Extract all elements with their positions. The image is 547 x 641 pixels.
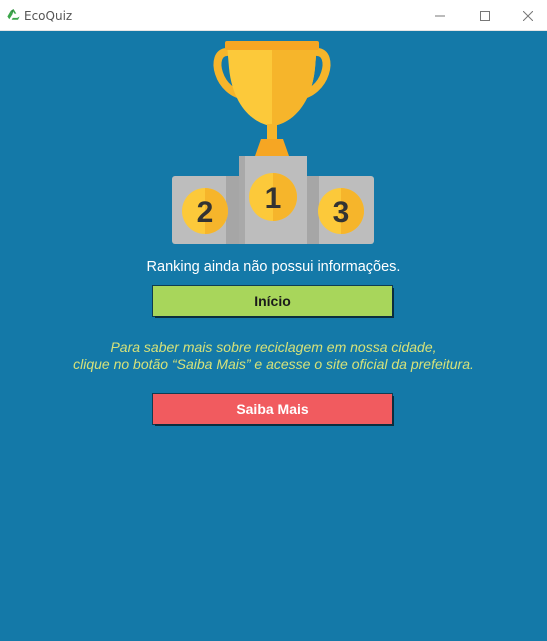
close-button[interactable] (505, 0, 547, 31)
minimize-icon (435, 15, 445, 16)
info-line-2: clique no botão “Saiba Mais” e acesse o … (73, 356, 474, 372)
close-icon (523, 10, 533, 21)
podium-first-label: 1 (265, 182, 282, 215)
trophy-icon (213, 41, 331, 156)
start-button[interactable]: Início (153, 286, 392, 316)
maximize-button[interactable] (462, 0, 508, 31)
recycle-icon (7, 8, 20, 20)
saiba-mais-button[interactable]: Saiba Mais (153, 394, 392, 424)
maximize-icon (480, 10, 490, 21)
main-content: 2 1 3 Ranking ainda não possui informaçõ… (0, 31, 547, 641)
podium-third-label: 3 (333, 196, 350, 229)
podium-second-label: 2 (197, 196, 214, 229)
title-bar: EcoQuiz (0, 0, 547, 31)
info-text: Para saber mais sobre reciclagem em noss… (0, 339, 547, 373)
minimize-button[interactable] (417, 0, 463, 31)
window-title: EcoQuiz (24, 9, 73, 23)
ranking-empty-message: Ranking ainda não possui informações. (146, 259, 401, 275)
trophy-podium-illustration: 2 1 3 (172, 41, 374, 244)
info-line-1: Para saber mais sobre reciclagem em noss… (110, 339, 437, 355)
